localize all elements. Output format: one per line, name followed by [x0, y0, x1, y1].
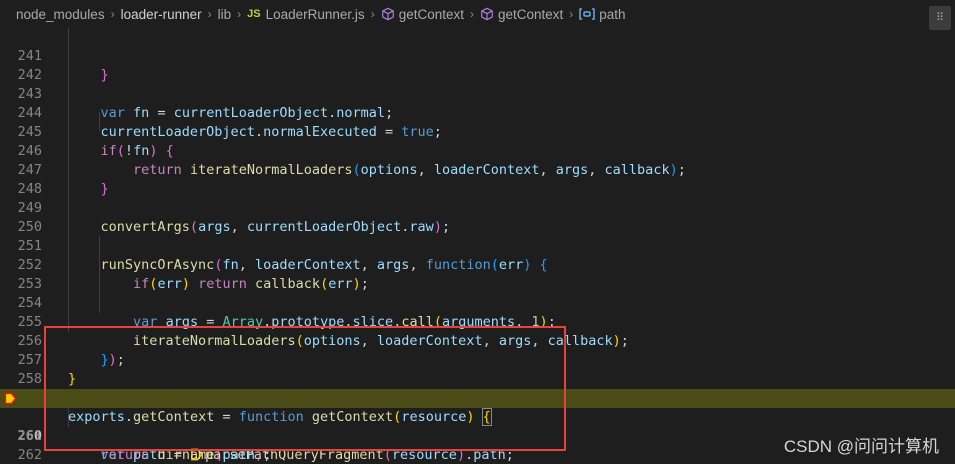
- code-editor[interactable]: 241 } 242 243 var fn = currentLoaderObje…: [0, 28, 955, 464]
- breadcrumb-symbol-getcontext[interactable]: getContext: [381, 7, 464, 22]
- code-line: 250: [0, 199, 955, 235]
- code-line: 259 exports.getContext = function getCon…: [0, 370, 955, 426]
- code-line: 243 var fn = currentLoaderObject.normal;: [0, 66, 955, 121]
- breadcrumb-file-label: LoaderRunner.js: [265, 6, 365, 22]
- breadcrumb-node-modules[interactable]: node_modules: [16, 7, 105, 22]
- method-cube-icon: [481, 7, 493, 21]
- code-line: 257 }: [0, 332, 955, 387]
- breadcrumb-separator: ›: [207, 7, 212, 21]
- breadcrumb-lib[interactable]: lib: [218, 7, 232, 22]
- code-line: 252 if(err) return callback(err);: [0, 237, 955, 292]
- breadcrumb-symbol-label: getContext: [497, 6, 564, 22]
- code-line: 253: [0, 256, 955, 292]
- code-line: 248: [0, 161, 955, 197]
- variable-icon: [579, 8, 595, 20]
- breadcrumb: node_modules › loader-runner › lib › JS …: [0, 0, 955, 28]
- javascript-file-icon: JS: [247, 8, 261, 20]
- breadcrumb-symbol-path[interactable]: path: [579, 6, 626, 22]
- breadcrumb-separator: ›: [469, 7, 474, 21]
- code-line: 258: [0, 351, 955, 387]
- watermark: CSDN @问问计算机: [783, 437, 939, 456]
- breadcrumb-separator: ›: [569, 7, 574, 21]
- code-line: 245 if(!fn) {: [0, 104, 955, 159]
- code-line: 251 runSyncOrAsync(fn, loaderContext, ar…: [0, 218, 955, 273]
- breadcrumb-loader-runner[interactable]: loader-runner: [121, 7, 202, 22]
- code-line: 254 var args = Array.prototype.slice.cal…: [0, 275, 955, 330]
- breadcrumb-symbol-label: path: [599, 6, 626, 22]
- code-line: 246 return iterateNormalLoaders(options,…: [0, 123, 955, 178]
- breadcrumb-separator: ›: [237, 7, 242, 21]
- code-line: 249 convertArgs(args, currentLoaderObjec…: [0, 180, 955, 235]
- code-line-current: 260 var path = parsePathQueryFragment(re…: [0, 389, 955, 463]
- code-line: 247 }: [0, 142, 955, 197]
- breadcrumb-separator: ›: [110, 7, 115, 21]
- breadcrumb-separator: ›: [370, 7, 375, 21]
- code-line: 256 });: [0, 313, 955, 368]
- code-line: 242: [0, 47, 955, 83]
- method-cube-icon: [381, 7, 394, 21]
- breadcrumb-symbol-getcontext-fn[interactable]: getContext: [480, 7, 563, 22]
- code-line: 255 iterateNormalLoaders(options, loader…: [0, 294, 955, 349]
- code-line: 261 return dirname(path);: [0, 408, 955, 463]
- code-line: 244 currentLoaderObject.normalExecuted =…: [0, 85, 955, 140]
- code-line: 241 }: [0, 28, 955, 83]
- breadcrumb-file[interactable]: JS LoaderRunner.js: [247, 7, 365, 22]
- breadcrumb-symbol-label: getContext: [398, 6, 464, 22]
- breakpoint-paused-icon: [4, 392, 17, 405]
- minimap-toggle-button[interactable]: ⠿: [929, 6, 951, 30]
